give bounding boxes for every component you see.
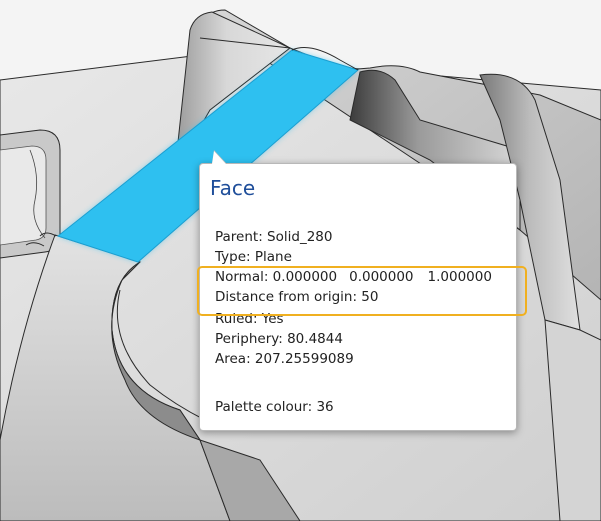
property-normal: Normal: 0.000000 0.000000 1.000000	[215, 268, 492, 286]
property-distance-from-origin: Distance from origin: 50	[215, 289, 379, 305]
cad-viewport[interactable]: Face Parent: Solid_280 Type: Plane Norma…	[0, 0, 601, 521]
property-parent: Parent: Solid_280	[215, 229, 333, 245]
property-area: Area: 207.25599089	[215, 351, 354, 367]
face-properties-tooltip: Face Parent: Solid_280 Type: Plane Norma…	[199, 151, 517, 431]
property-palette-colour: Palette colour: 36	[215, 399, 334, 415]
normal-z-value: 1.000000	[427, 269, 492, 285]
property-type: Type: Plane	[215, 249, 292, 265]
tooltip-pointer	[212, 151, 226, 164]
normal-y-value: 0.000000	[349, 269, 414, 285]
tooltip-title: Face	[210, 176, 256, 200]
property-periphery: Periphery: 80.4844	[215, 331, 343, 347]
normal-x-value: Normal: 0.000000	[215, 269, 338, 285]
property-ruled: Ruled: Yes	[215, 311, 284, 327]
